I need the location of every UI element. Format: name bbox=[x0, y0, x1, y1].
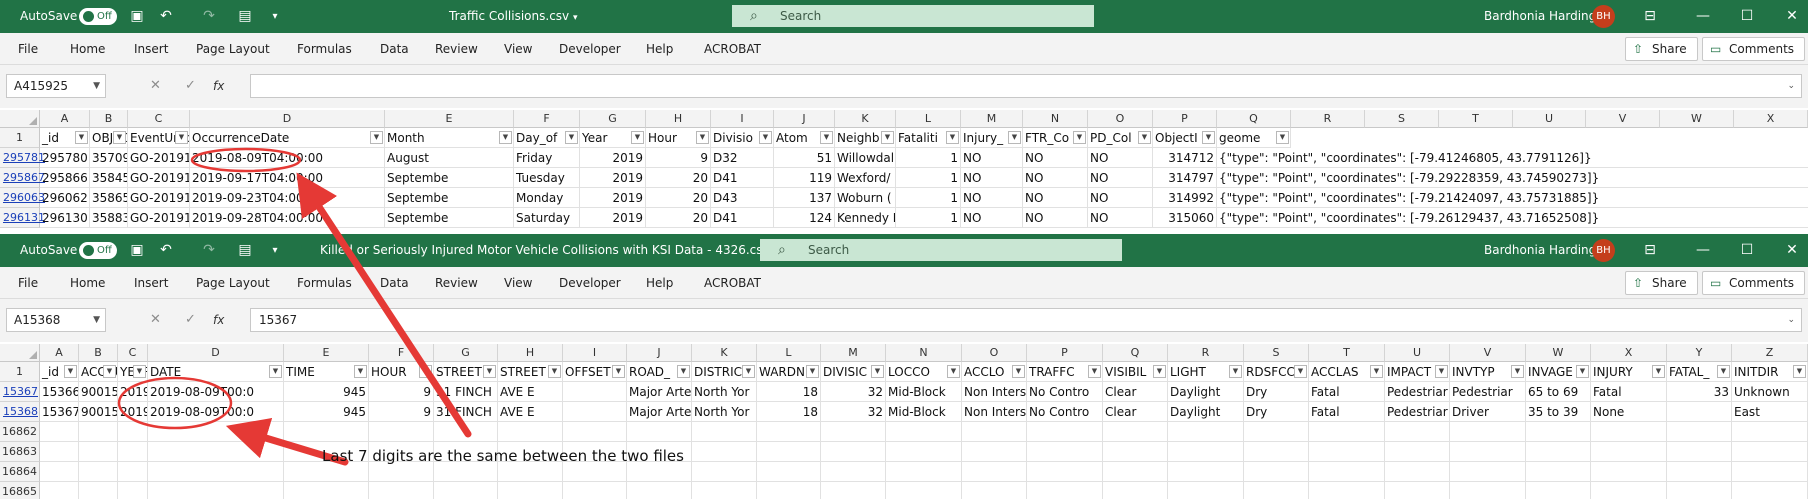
annotation-text: Last 7 digits are the same between the t… bbox=[322, 447, 684, 465]
annotation-overlay bbox=[117, 147, 472, 466]
highlight-accnum-ellipse bbox=[117, 376, 233, 430]
highlight-eventuniqueid-ellipse bbox=[190, 147, 302, 173]
arrow-to-eventuniqueid bbox=[296, 172, 472, 438]
